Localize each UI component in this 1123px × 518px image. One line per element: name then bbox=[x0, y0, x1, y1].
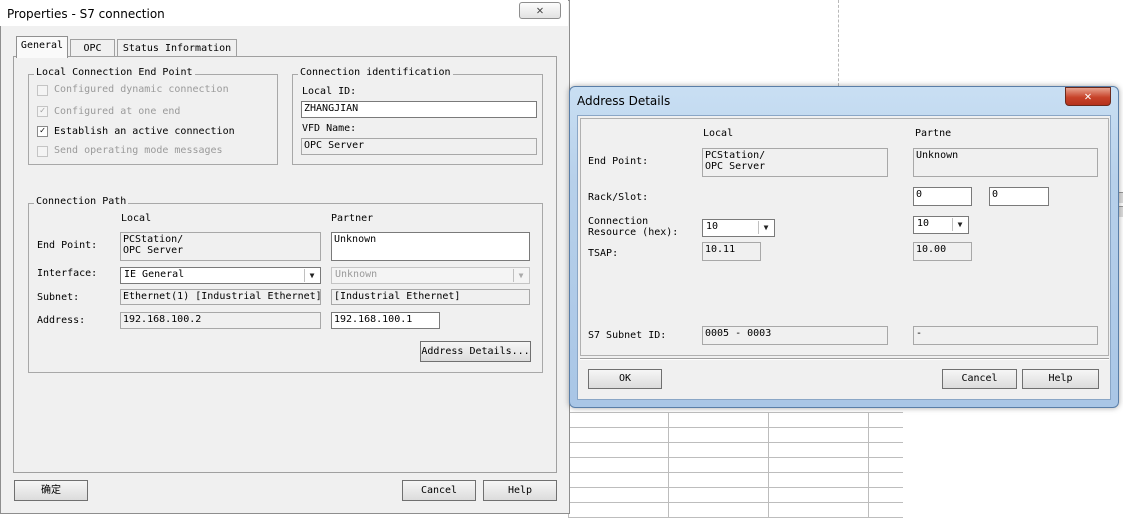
ad-help-button[interactable]: Help bbox=[1022, 369, 1099, 389]
address-details-title: Address Details bbox=[577, 94, 671, 108]
local-id-label: Local ID: bbox=[302, 86, 357, 97]
local-subnet-field: Ethernet(1) [Industrial Ethernet] bbox=[120, 289, 321, 305]
local-resource-select[interactable]: 10 ▼ bbox=[702, 219, 775, 237]
background-guide-line bbox=[838, 0, 839, 86]
partner-tsap-field: 10.00 bbox=[913, 242, 972, 261]
connection-path-label: Connection Path bbox=[34, 196, 129, 207]
tab-general[interactable]: General bbox=[16, 36, 68, 58]
col-local-header: Local bbox=[121, 213, 152, 224]
ad-col-partner-header: Partne bbox=[915, 128, 952, 139]
rack-slot-label: Rack/Slot: bbox=[588, 192, 649, 203]
configured-one-end-label: Configured at one end bbox=[54, 106, 181, 117]
address-details-divider bbox=[580, 358, 1109, 360]
partner-resource-select[interactable]: 10 ▼ bbox=[913, 216, 969, 234]
ok-button[interactable]: 确定 bbox=[14, 480, 88, 501]
connection-identification-label: Connection identification bbox=[298, 67, 453, 78]
send-opmode-label: Send operating mode messages bbox=[54, 145, 223, 156]
interface-label: Interface: bbox=[37, 268, 98, 279]
send-opmode-checkbox[interactable] bbox=[37, 146, 48, 157]
ad-end-point-label: End Point: bbox=[588, 156, 649, 167]
address-details-button[interactable]: Address Details... bbox=[420, 341, 531, 362]
end-point-label: End Point: bbox=[37, 240, 98, 251]
partner-end-point-field[interactable]: Unknown bbox=[331, 232, 530, 261]
ad-partner-end-point-field: Unknown bbox=[913, 148, 1098, 177]
configured-one-end-checkbox[interactable]: ✓ bbox=[37, 106, 48, 117]
tab-opc[interactable]: OPC bbox=[70, 39, 115, 56]
partner-address-input[interactable]: 192.168.100.1 bbox=[331, 312, 440, 329]
col-partner-header: Partner bbox=[331, 213, 374, 224]
local-endpoint-group-label: Local Connection End Point bbox=[34, 67, 195, 78]
tab-status-information[interactable]: Status Information bbox=[117, 39, 237, 56]
connection-resource-label: Connection Resource (hex): bbox=[588, 216, 679, 238]
local-end-point-field: PCStation/ OPC Server bbox=[120, 232, 321, 261]
vfd-name-field: OPC Server bbox=[301, 138, 537, 155]
chevron-down-icon: ▼ bbox=[952, 218, 967, 231]
chevron-down-icon: ▼ bbox=[758, 221, 773, 234]
address-label: Address: bbox=[37, 315, 86, 326]
partner-subnet-field: [Industrial Ethernet] bbox=[331, 289, 530, 305]
local-address-field: 192.168.100.2 bbox=[120, 312, 321, 329]
ad-local-end-point-field: PCStation/ OPC Server bbox=[702, 148, 888, 177]
local-interface-select[interactable]: IE General ▼ bbox=[120, 267, 321, 284]
chevron-down-icon: ▼ bbox=[304, 269, 319, 282]
properties-title: Properties - S7 connection bbox=[7, 7, 165, 21]
partner-rack-input[interactable]: 0 bbox=[913, 187, 972, 206]
ad-ok-button[interactable]: OK bbox=[588, 369, 662, 389]
subnet-label: Subnet: bbox=[37, 292, 80, 303]
close-button[interactable]: ✕ bbox=[519, 2, 561, 19]
local-subnet-id-field: 0005 - 0003 bbox=[702, 326, 888, 345]
partner-slot-input[interactable]: 0 bbox=[989, 187, 1049, 206]
help-button[interactable]: Help bbox=[483, 480, 557, 501]
vfd-name-label: VFD Name: bbox=[302, 123, 357, 134]
chevron-down-icon: ▼ bbox=[513, 269, 528, 282]
address-details-close-button[interactable]: ✕ bbox=[1065, 87, 1111, 106]
ad-col-local-header: Local bbox=[703, 128, 734, 139]
close-icon: ✕ bbox=[1084, 89, 1092, 103]
configured-dynamic-label: Configured dynamic connection bbox=[54, 84, 229, 95]
tsap-label: TSAP: bbox=[588, 248, 619, 259]
checkmark-icon: ✓ bbox=[39, 126, 46, 136]
partner-interface-select[interactable]: Unknown ▼ bbox=[331, 267, 530, 284]
background-table bbox=[568, 412, 903, 518]
close-icon: ✕ bbox=[536, 3, 544, 17]
cancel-button[interactable]: Cancel bbox=[402, 480, 476, 501]
partner-subnet-id-field: - bbox=[913, 326, 1098, 345]
configured-dynamic-checkbox[interactable] bbox=[37, 85, 48, 96]
checkmark-icon: ✓ bbox=[39, 106, 46, 116]
active-connection-checkbox[interactable]: ✓ bbox=[37, 126, 48, 137]
s7-subnet-id-label: S7 Subnet ID: bbox=[588, 330, 667, 341]
local-tsap-field: 10.11 bbox=[702, 242, 761, 261]
active-connection-label: Establish an active connection bbox=[54, 126, 235, 137]
ad-cancel-button[interactable]: Cancel bbox=[942, 369, 1017, 389]
local-id-input[interactable]: ZHANGJIAN bbox=[301, 101, 537, 118]
